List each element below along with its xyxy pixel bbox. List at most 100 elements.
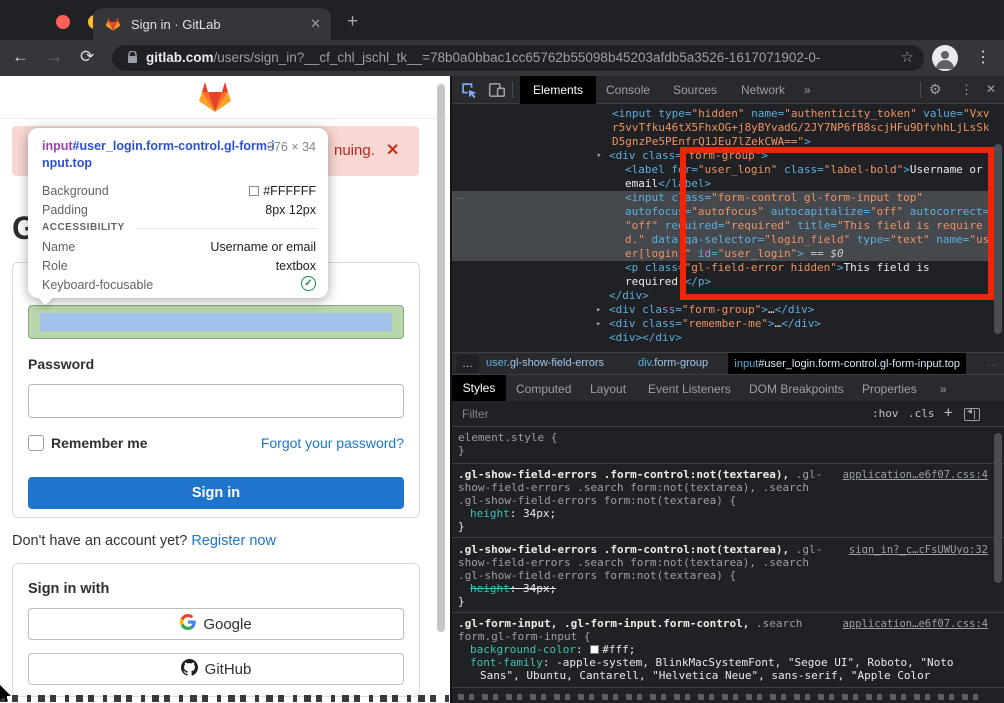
- close-window-button[interactable]: [56, 15, 70, 29]
- tab-event-listeners[interactable]: Event Listeners: [648, 382, 731, 396]
- tab-computed[interactable]: Computed: [516, 382, 571, 396]
- tab-layout[interactable]: Layout: [590, 382, 626, 396]
- breadcrumb-overflow-right[interactable]: …: [987, 357, 998, 369]
- devtools-close-icon[interactable]: ✕: [986, 82, 996, 96]
- forgot-password-link[interactable]: Forgot your password?: [261, 435, 404, 451]
- expand-arrow-closed-icon[interactable]: ▸: [596, 303, 601, 317]
- tooltip-accessibility-heading: ACCESSIBILITY: [42, 222, 125, 233]
- css-rule-line[interactable]: .gl-show-field-errors .form-control:not(…: [458, 543, 822, 556]
- stylesheet-link[interactable]: application…e6f07.css:4: [843, 469, 988, 482]
- node-hover-dots[interactable]: …: [455, 191, 466, 202]
- browser-menu-icon[interactable]: ⋮: [975, 47, 991, 67]
- dom-node-line[interactable]: </div>: [609, 289, 649, 303]
- stylesheet-link[interactable]: sign_in?_c…cFsUWUyo:32: [849, 544, 988, 557]
- tab-network[interactable]: Network: [741, 83, 785, 97]
- css-rule-line[interactable]: .gl-show-field-errors form:not(textarea)…: [458, 569, 736, 582]
- tooltip-selector-tag: input: [42, 139, 73, 153]
- css-rule-line[interactable]: form.gl-form-input {: [458, 630, 590, 643]
- styles-filter-bar: Filter :hov .cls +: [452, 401, 1004, 427]
- remember-me-label: Remember me: [51, 435, 148, 451]
- google-button-label: Google: [203, 616, 251, 633]
- google-signin-button[interactable]: Google: [28, 608, 404, 640]
- dom-node-line[interactable]: <div></div>: [609, 331, 682, 345]
- new-style-rule-button[interactable]: +: [944, 405, 952, 421]
- sidebar-more-tabs-icon[interactable]: »: [940, 382, 947, 396]
- clipped-css-row: [458, 694, 978, 700]
- styles-filter-input[interactable]: Filter: [462, 407, 489, 421]
- remember-me-checkbox[interactable]: [28, 435, 44, 451]
- css-rule-line[interactable]: height: 34px;: [470, 507, 556, 520]
- css-rule-line[interactable]: background-color: #fff;: [470, 643, 635, 656]
- password-input[interactable]: [28, 384, 404, 418]
- settings-gear-icon[interactable]: ⚙: [929, 81, 942, 98]
- page-scrollbar-thumb[interactable]: [437, 84, 445, 632]
- tab-close-icon[interactable]: ✕: [310, 16, 321, 32]
- css-rule-line[interactable]: show-field-errors .search form:not(texta…: [458, 481, 809, 494]
- tab-elements[interactable]: Elements: [520, 76, 596, 104]
- browser-window: Sign in · GitLab ✕ + ← → ⟳ gitlab.com/us…: [0, 0, 1004, 703]
- expand-arrow-closed-icon[interactable]: ▸: [596, 317, 601, 331]
- breadcrumb-item-selected[interactable]: input#user_login.form-control.gl-form-in…: [728, 353, 966, 375]
- elements-scrollbar-thumb[interactable]: [994, 144, 1002, 334]
- css-rule-line[interactable]: }: [458, 520, 465, 533]
- tooltip-role-label: Role: [42, 259, 68, 273]
- sidebar-toggle-icon[interactable]: [964, 408, 980, 421]
- rule-divider: [452, 463, 1004, 464]
- address-bar[interactable]: gitlab.com/users/sign_in?__cf_chl_jschl_…: [112, 45, 924, 71]
- tooltip-name-value: Username or email: [210, 240, 316, 254]
- css-rule-line[interactable]: .gl-show-field-errors form:not(textarea)…: [458, 494, 736, 507]
- css-rule-line[interactable]: }: [458, 595, 465, 608]
- css-rule-line[interactable]: .gl-show-field-errors .form-control:not(…: [458, 468, 822, 481]
- alert-close-icon[interactable]: ✕: [386, 140, 399, 160]
- dom-node-line[interactable]: ▸<div class="form-group">…</div>: [609, 303, 814, 317]
- class-toggle-button[interactable]: .cls: [908, 407, 935, 420]
- github-signin-button[interactable]: GitHub: [28, 653, 404, 685]
- accessibility-divider: [136, 228, 316, 229]
- username-input[interactable]: [28, 305, 404, 339]
- clipped-text-row: [0, 695, 450, 702]
- profile-avatar[interactable]: [932, 45, 958, 71]
- css-rule-line[interactable]: .gl-form-input, .gl-form-input.form-cont…: [458, 617, 802, 630]
- css-rule-line[interactable]: }: [458, 444, 465, 457]
- reload-button[interactable]: ⟳: [80, 47, 94, 67]
- forward-button[interactable]: →: [46, 47, 63, 67]
- dom-node-line[interactable]: r5vvTfku46tX5FhxOG+j8yBYvadG/2JY7NP6fB8s…: [612, 121, 990, 135]
- breadcrumb-item[interactable]: div.form-group: [638, 357, 708, 369]
- browser-tab[interactable]: Sign in · GitLab ✕: [93, 8, 331, 40]
- styles-scrollbar-thumb[interactable]: [994, 433, 1002, 583]
- expand-arrow-open-icon[interactable]: ▾: [596, 149, 601, 163]
- css-rule-line[interactable]: height: 34px;: [470, 582, 556, 595]
- sign-in-button[interactable]: Sign in: [28, 477, 404, 509]
- device-toolbar-icon[interactable]: [488, 81, 506, 104]
- new-tab-button[interactable]: +: [347, 11, 358, 33]
- devtools-menu-icon[interactable]: ⋮: [960, 82, 973, 98]
- tab-properties[interactable]: Properties: [862, 382, 917, 396]
- breadcrumb-overflow[interactable]: …: [456, 355, 479, 373]
- dom-node-line[interactable]: ▸<div class="remember-me">…</div>: [609, 317, 821, 331]
- tab-styles[interactable]: Styles: [452, 375, 506, 402]
- url-path: /users/sign_in?__cf_chl_jschl_tk__=78b0a…: [214, 50, 821, 65]
- github-button-label: GitHub: [205, 661, 252, 678]
- register-now-link[interactable]: Register now: [191, 533, 276, 549]
- back-button[interactable]: ←: [12, 47, 29, 67]
- css-rule-line[interactable]: element.style {: [458, 431, 557, 444]
- css-rule-line[interactable]: font-family: -apple-system, BlinkMacSyst…: [470, 656, 953, 669]
- inspect-element-icon[interactable]: [460, 81, 478, 104]
- stylesheet-link[interactable]: application…e6f07.css:4: [843, 618, 988, 631]
- more-tabs-icon[interactable]: »: [804, 83, 811, 97]
- hover-state-button[interactable]: :hov: [872, 407, 899, 420]
- dom-node-line[interactable]: <input type="hidden" name="authenticity_…: [612, 107, 990, 121]
- css-rule-line[interactable]: Sans", Ubuntu, Cantarell, "Helvetica Neu…: [480, 669, 930, 682]
- bookmark-star-icon[interactable]: ☆: [901, 48, 914, 66]
- css-rule-line[interactable]: show-field-errors .search form:not(texta…: [458, 556, 809, 569]
- tab-strip: Sign in · GitLab ✕ +: [0, 0, 1004, 40]
- url-text[interactable]: gitlab.com/users/sign_in?__cf_chl_jschl_…: [146, 50, 886, 65]
- lock-icon[interactable]: [127, 51, 138, 69]
- styles-pane: element.style {} application…e6f07.css:4.…: [452, 427, 1004, 703]
- tab-console[interactable]: Console: [606, 83, 650, 97]
- tab-sources[interactable]: Sources: [673, 83, 717, 97]
- breadcrumb-item[interactable]: user.gl-show-field-errors: [486, 357, 604, 369]
- focusable-check-icon: ✓: [301, 276, 316, 291]
- devtools-toolbar: Elements Console Sources Network » ⚙ ⋮ ✕: [452, 76, 1004, 104]
- tab-dom-breakpoints[interactable]: DOM Breakpoints: [749, 382, 844, 396]
